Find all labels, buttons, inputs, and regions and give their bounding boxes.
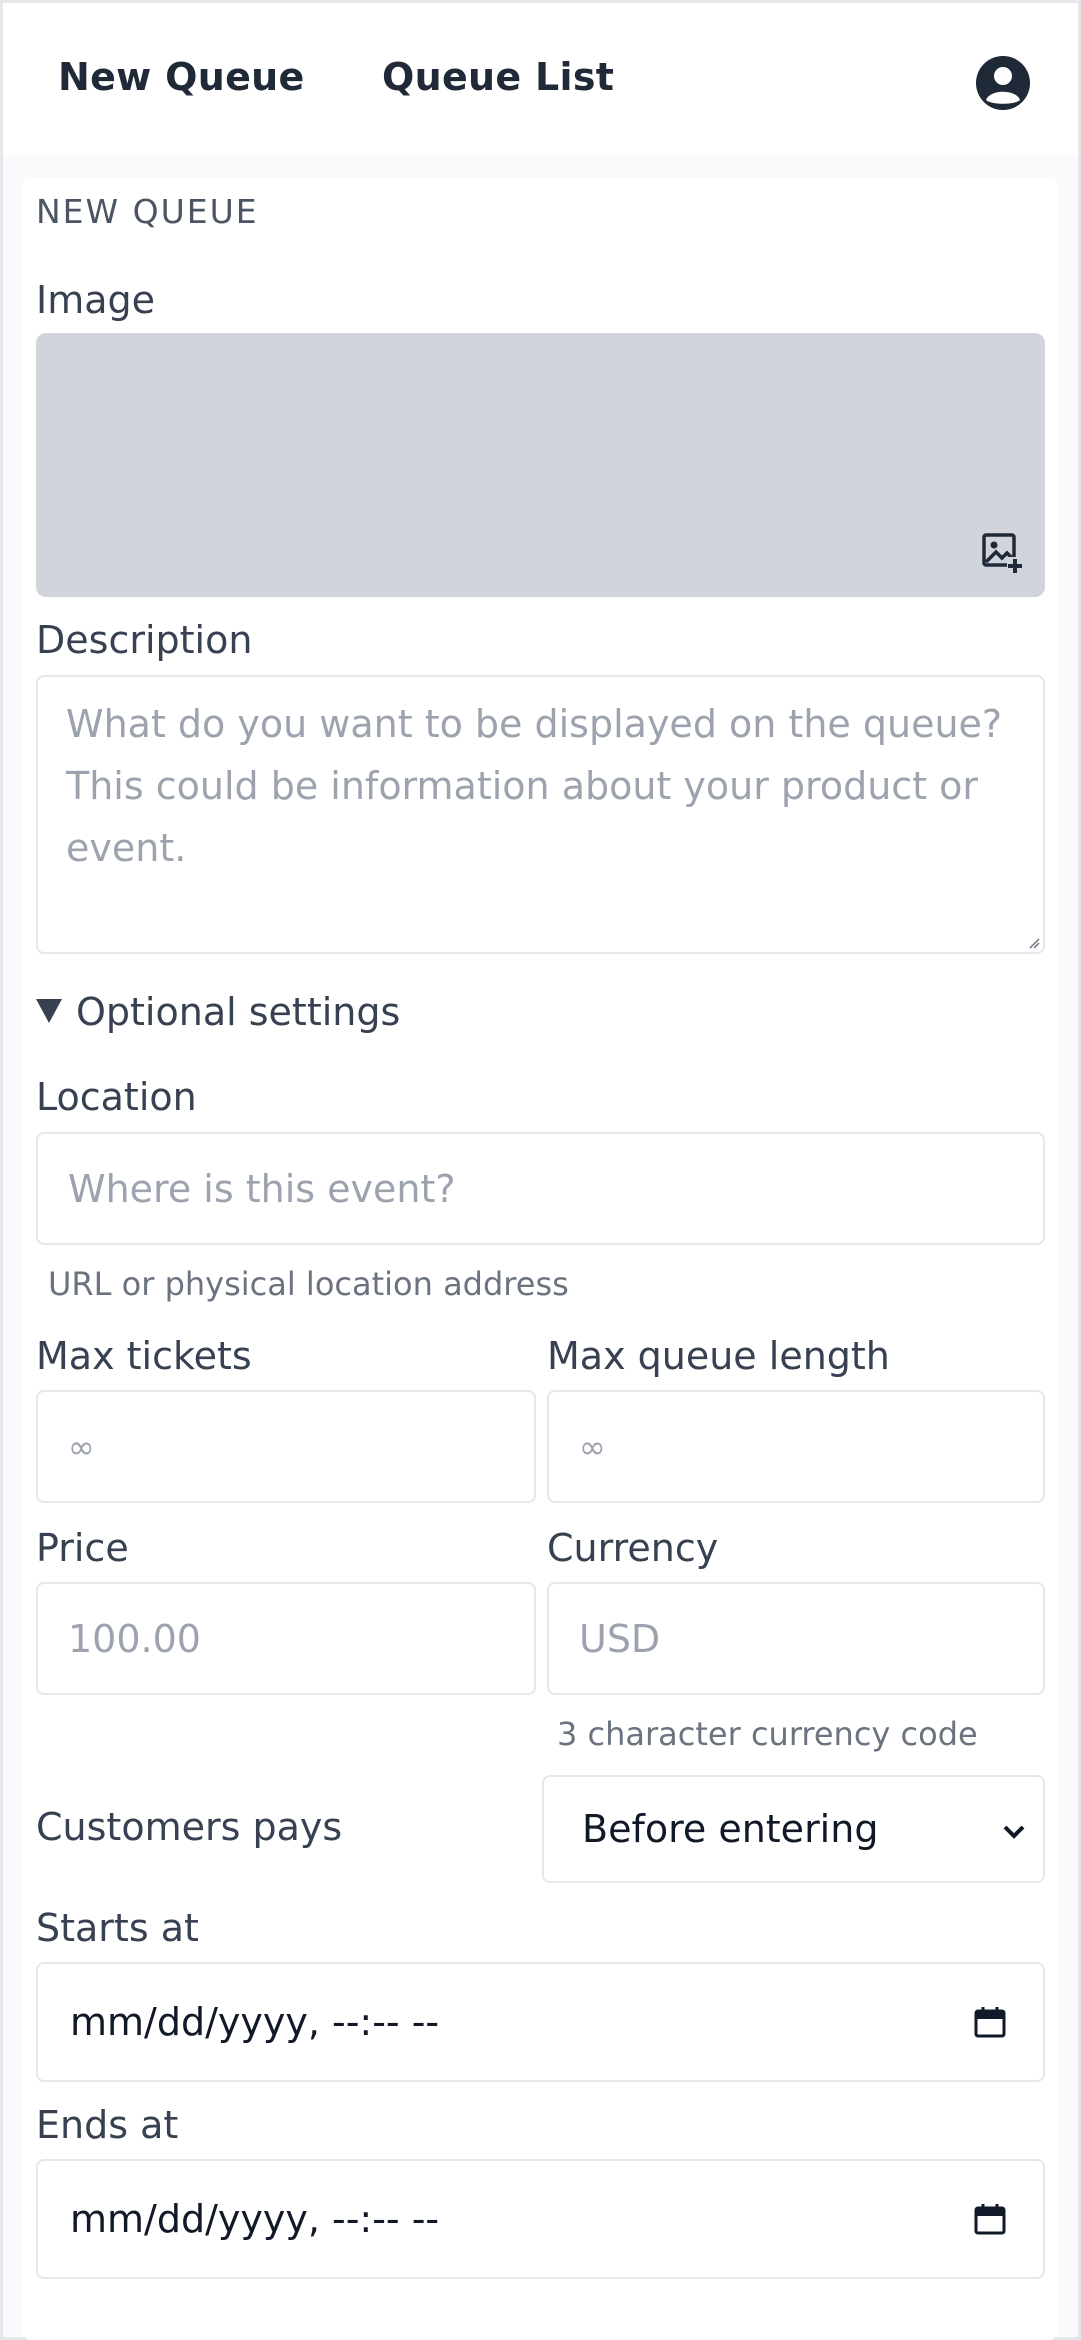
max-tickets-placeholder: ∞ <box>68 1427 95 1466</box>
price-input[interactable]: 100.00 <box>36 1582 536 1695</box>
user-circle-icon[interactable] <box>975 55 1031 111</box>
price-label: Price <box>36 1526 129 1570</box>
ends-at-input[interactable]: mm/dd/yyyy, --:-- -- <box>36 2159 1045 2279</box>
ends-at-label: Ends at <box>36 2103 179 2147</box>
nav-queue-list-link[interactable]: Queue List <box>382 55 614 99</box>
triangle-down-icon <box>36 999 62 1023</box>
image-label: Image <box>36 278 156 322</box>
location-input[interactable]: Where is this event? <box>36 1132 1045 1245</box>
customers-pays-select[interactable]: Before entering <box>542 1775 1045 1883</box>
top-navbar: New Queue Queue List <box>3 3 1078 155</box>
starts-at-label: Starts at <box>36 1906 199 1950</box>
max-queue-length-input[interactable]: ∞ <box>547 1390 1045 1503</box>
chevron-down-icon <box>1003 1825 1025 1839</box>
max-queue-length-label: Max queue length <box>547 1334 890 1378</box>
currency-label: Currency <box>547 1526 719 1570</box>
calendar-icon[interactable] <box>973 2005 1007 2039</box>
nav-new-queue-link[interactable]: New Queue <box>58 55 305 99</box>
starts-at-input[interactable]: mm/dd/yyyy, --:-- -- <box>36 1962 1045 2082</box>
max-queue-length-placeholder: ∞ <box>579 1427 606 1466</box>
section-title: NEW QUEUE <box>36 192 259 231</box>
location-label: Location <box>36 1075 197 1119</box>
price-placeholder: 100.00 <box>68 1616 201 1661</box>
max-tickets-input[interactable]: ∞ <box>36 1390 536 1503</box>
description-placeholder: What do you want to be displayed on the … <box>66 702 1003 870</box>
description-label: Description <box>36 618 253 662</box>
location-placeholder: Where is this event? <box>68 1166 456 1211</box>
max-tickets-label: Max tickets <box>36 1334 252 1378</box>
customers-pays-label: Customers pays <box>36 1805 343 1849</box>
currency-input[interactable]: USD <box>547 1582 1045 1695</box>
resize-grip-icon[interactable] <box>1028 937 1040 949</box>
ends-at-value: mm/dd/yyyy, --:-- -- <box>70 2197 440 2241</box>
optional-settings-toggle[interactable]: Optional settings <box>36 990 400 1034</box>
location-hint: URL or physical location address <box>48 1265 569 1303</box>
description-textarea[interactable]: What do you want to be displayed on the … <box>36 675 1045 954</box>
currency-hint: 3 character currency code <box>557 1715 978 1753</box>
optional-settings-label: Optional settings <box>76 990 401 1034</box>
currency-placeholder: USD <box>579 1616 661 1661</box>
image-upload-area[interactable] <box>36 333 1045 597</box>
calendar-icon[interactable] <box>973 2202 1007 2236</box>
customers-pays-value: Before entering <box>582 1807 879 1851</box>
image-add-icon[interactable] <box>981 531 1025 575</box>
starts-at-value: mm/dd/yyyy, --:-- -- <box>70 2000 440 2044</box>
